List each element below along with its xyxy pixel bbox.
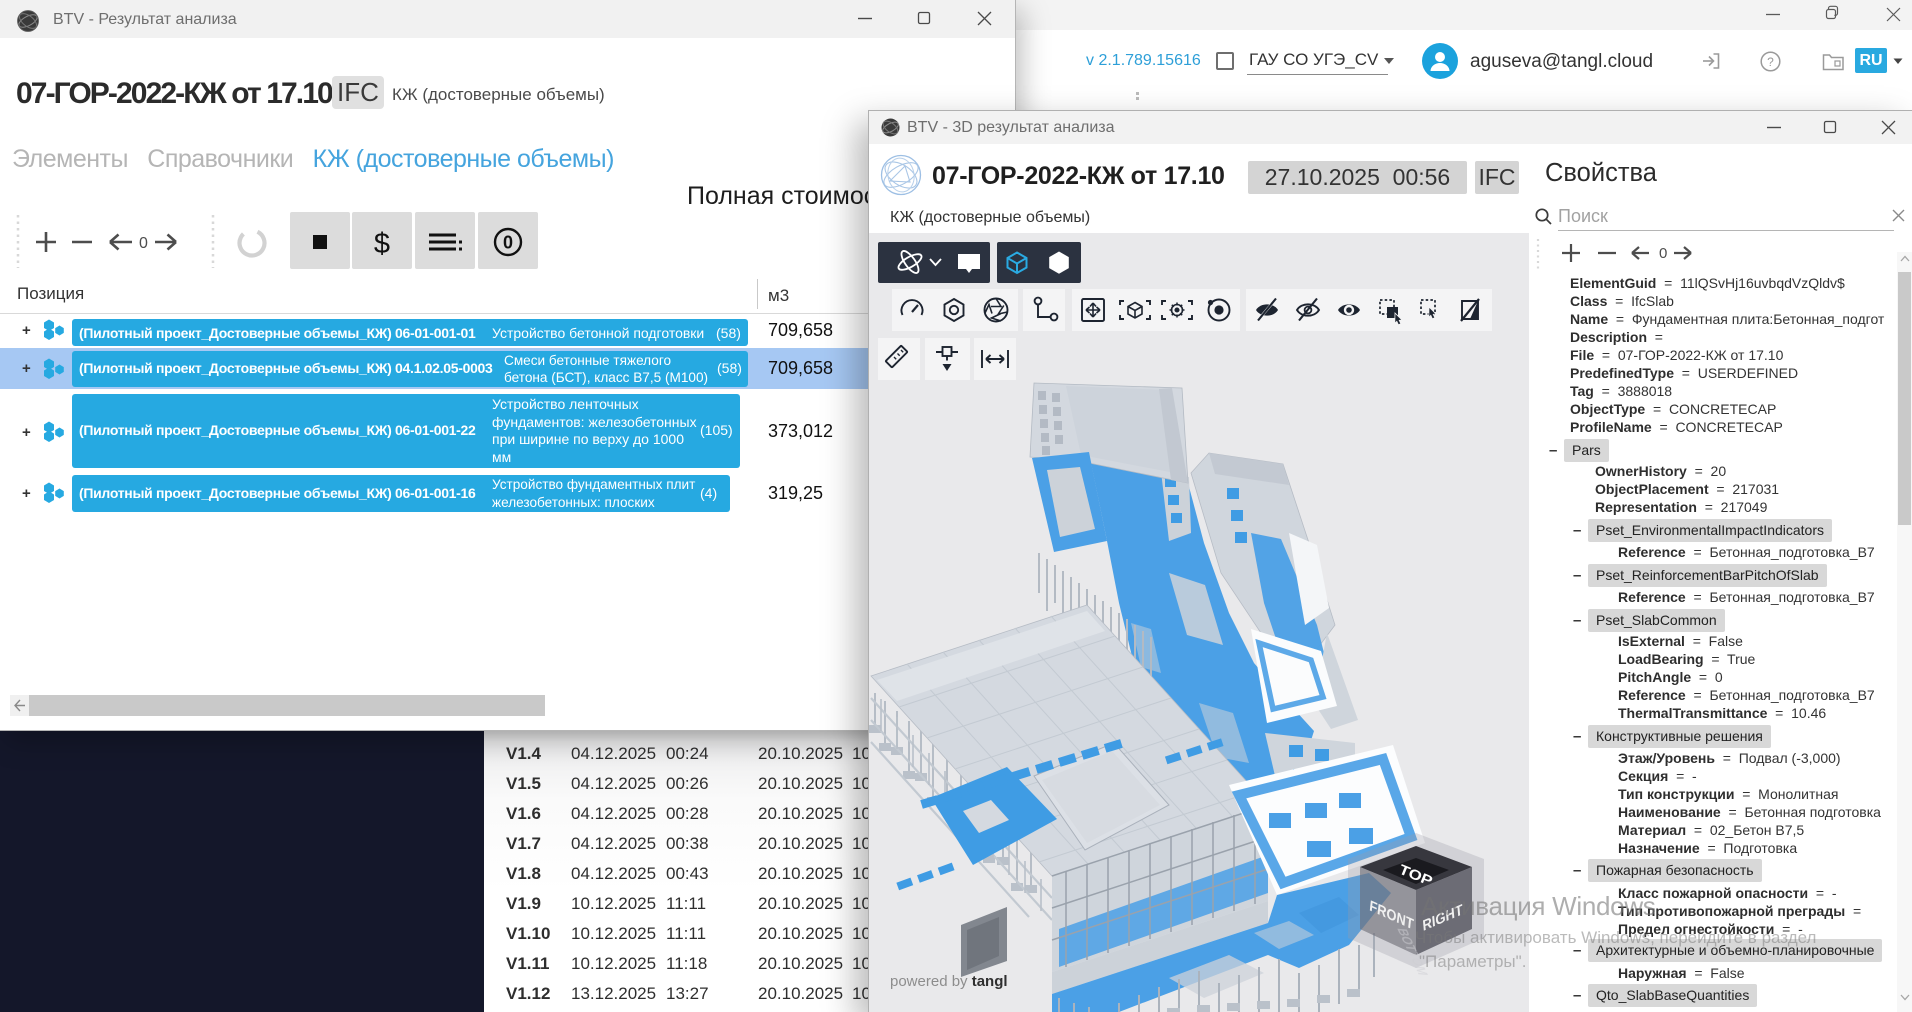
svg-text:$: $	[374, 228, 390, 260]
svg-text:0: 0	[503, 233, 513, 253]
svg-text:0: 0	[139, 235, 148, 252]
svg-text:?: ?	[1767, 55, 1774, 69]
